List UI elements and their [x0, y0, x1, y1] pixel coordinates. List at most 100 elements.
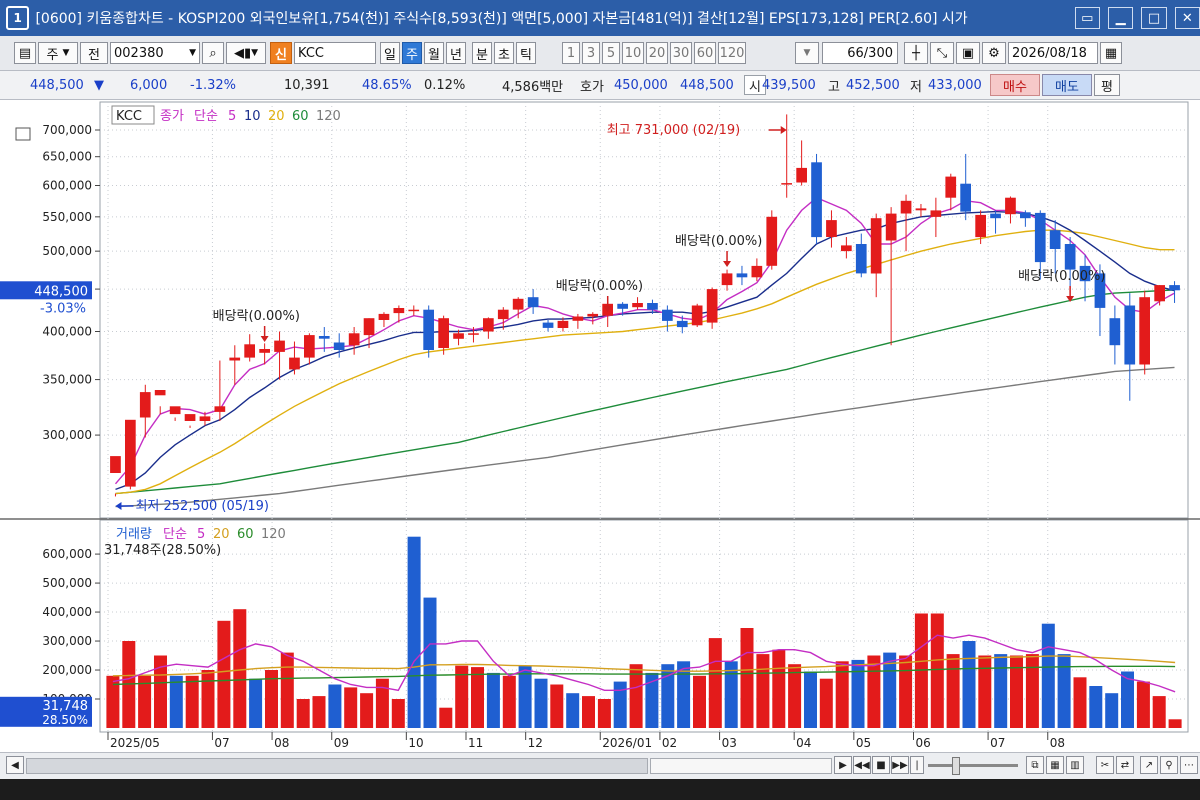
close-icon[interactable]: ✕ — [1174, 7, 1200, 29]
scroll-track[interactable] — [26, 758, 648, 774]
current-price: 448,500 — [30, 77, 84, 93]
candle-body — [1124, 305, 1136, 365]
volume-info: 31,748주(28.50%) — [104, 543, 221, 558]
candle-body — [632, 303, 643, 308]
gear-icon[interactable]: ⚙ — [982, 42, 1006, 64]
candle-body — [587, 313, 599, 317]
volume-bar — [788, 664, 802, 728]
minute-tab[interactable]: 120 — [718, 42, 746, 64]
low-arrow-head — [115, 502, 122, 510]
volume-bar — [502, 675, 516, 728]
volume-bar — [391, 699, 405, 728]
candle-body — [766, 216, 778, 266]
price-tick-label: 550,000 — [42, 210, 92, 224]
candle-tool-icon[interactable]: ┼ — [904, 42, 928, 64]
low-label: 저 — [910, 79, 922, 95]
candle-body — [274, 340, 285, 352]
flat-button[interactable]: 평 — [1094, 74, 1120, 96]
calendar-icon[interactable]: ▦ — [1100, 42, 1122, 64]
copy-icon[interactable]: ⧉ — [1026, 756, 1044, 774]
grid-icon[interactable]: ▥ — [1066, 756, 1084, 774]
more-icon[interactable]: ⋯ — [1180, 756, 1198, 774]
end-icon[interactable]: | — [910, 756, 924, 774]
date-field[interactable]: 2026/08/18 — [1008, 42, 1098, 64]
chart-area[interactable]: 700,000650,000600,000550,000500,000450,0… — [0, 100, 1200, 760]
x-axis-label: 07 — [214, 736, 229, 750]
layout-icon[interactable]: ▦ — [1046, 756, 1064, 774]
minute-tab[interactable]: 60 — [694, 42, 716, 64]
play-icon[interactable]: ▶ — [834, 756, 852, 774]
chart-toolbar: ▤ 주 ▼ 전 002380 ▼ ⌕ ◀▮ ▼ 신 KCC 일주월년분초틱 1351… — [0, 36, 1200, 71]
candle-body — [1109, 318, 1121, 346]
save-icon[interactable]: ▣ — [956, 42, 980, 64]
prefix-button[interactable]: 전 — [80, 42, 108, 64]
zoom-slider-handle[interactable] — [952, 757, 960, 775]
candle-body — [1139, 297, 1150, 365]
volume-bar — [486, 672, 500, 728]
candle-body — [438, 318, 449, 348]
volume-legend-item: 5 — [197, 527, 205, 542]
change-percent: -1.32% — [190, 77, 236, 93]
sell-button[interactable]: 매도 — [1042, 74, 1092, 96]
volume-bar — [360, 693, 374, 728]
period-tab[interactable]: 분 — [472, 42, 492, 64]
stock-code-input[interactable]: 002380 ▼ — [110, 42, 200, 64]
period-tab[interactable]: 월 — [424, 42, 444, 64]
compare-icon[interactable]: ⇄ — [1116, 756, 1134, 774]
dividend-annotation: 배당락(0.00%) — [213, 309, 300, 324]
current-volume-pct: 28.50% — [42, 713, 88, 727]
candle-body — [1020, 212, 1031, 219]
buy-button[interactable]: 매수 — [990, 74, 1040, 96]
minute-tab[interactable]: 30 — [670, 42, 692, 64]
period-tab[interactable]: 초 — [494, 42, 514, 64]
maximize-icon[interactable]: □ — [1141, 7, 1167, 29]
rewind-icon[interactable]: ◀◀ — [853, 756, 871, 774]
minute-tab[interactable]: 3 — [582, 42, 600, 64]
volume-bar — [344, 687, 358, 728]
high-price: 452,500 — [846, 77, 900, 93]
restore-icon[interactable]: ▭ — [1074, 7, 1100, 29]
period-tab[interactable]: 일 — [380, 42, 400, 64]
stop-icon[interactable]: ■ — [872, 756, 890, 774]
count-field[interactable]: 66/300 — [822, 42, 898, 64]
volume-bar — [312, 696, 326, 728]
scroll-thumb[interactable] — [650, 758, 832, 774]
window-number-badge[interactable]: 1 — [6, 6, 30, 30]
volume-bar — [804, 671, 817, 728]
search-icon[interactable]: ⌕ — [202, 42, 224, 64]
scroll-left-icon[interactable]: ◀ — [6, 756, 24, 774]
volume-bar — [597, 699, 611, 728]
dividend-arrow-head — [260, 336, 269, 342]
period-tab[interactable]: 틱 — [516, 42, 536, 64]
dropdown-arrow[interactable]: ▼ — [795, 42, 819, 64]
volume-bar — [1105, 693, 1119, 728]
chart-canvas[interactable]: 700,000650,000600,000550,000500,000450,0… — [0, 100, 1200, 752]
indicator-icon[interactable]: ↗ — [1140, 756, 1158, 774]
market-select[interactable]: 주 ▼ — [38, 42, 78, 64]
candle-body — [363, 318, 375, 336]
minute-tab[interactable]: 10 — [622, 42, 644, 64]
minimize-icon[interactable]: ▁ — [1107, 7, 1134, 29]
speaker-icon[interactable]: ◀▮ ▼ — [226, 42, 266, 64]
candle-body — [990, 213, 1001, 219]
tool-icon[interactable]: ✂ — [1096, 756, 1114, 774]
price-change: 6,000 — [130, 77, 168, 93]
price-legend-item: 종가 — [160, 109, 184, 124]
x-axis-label: 02 — [662, 736, 677, 750]
stock-legend-name: KCC — [116, 109, 142, 124]
minute-tab[interactable]: 5 — [602, 42, 620, 64]
volume-bar — [566, 693, 580, 728]
draw-line-icon[interactable]: ⤡ — [930, 42, 954, 64]
zoom-slider[interactable] — [928, 764, 1018, 767]
chevron-down-icon: ▼ — [62, 48, 70, 58]
stock-name-field[interactable]: KCC — [294, 42, 376, 64]
link-icon[interactable]: ⚲ — [1160, 756, 1178, 774]
period-tab[interactable]: 주 — [402, 42, 422, 64]
minute-tab[interactable]: 20 — [646, 42, 668, 64]
period-tab[interactable]: 년 — [446, 42, 466, 64]
fast-forward-icon[interactable]: ▶▶ — [891, 756, 909, 774]
chart-scrollbar[interactable]: ◀ ▶ ◀◀ ■ ▶▶ | ⧉ ▦ ▥ ✂ ⇄ ↗ ⚲ ⋯ — [0, 752, 1200, 779]
settings-menu-icon[interactable]: ▤ — [14, 42, 36, 64]
minute-tab[interactable]: 1 — [562, 42, 580, 64]
volume-legend-item: 60 — [237, 527, 254, 542]
